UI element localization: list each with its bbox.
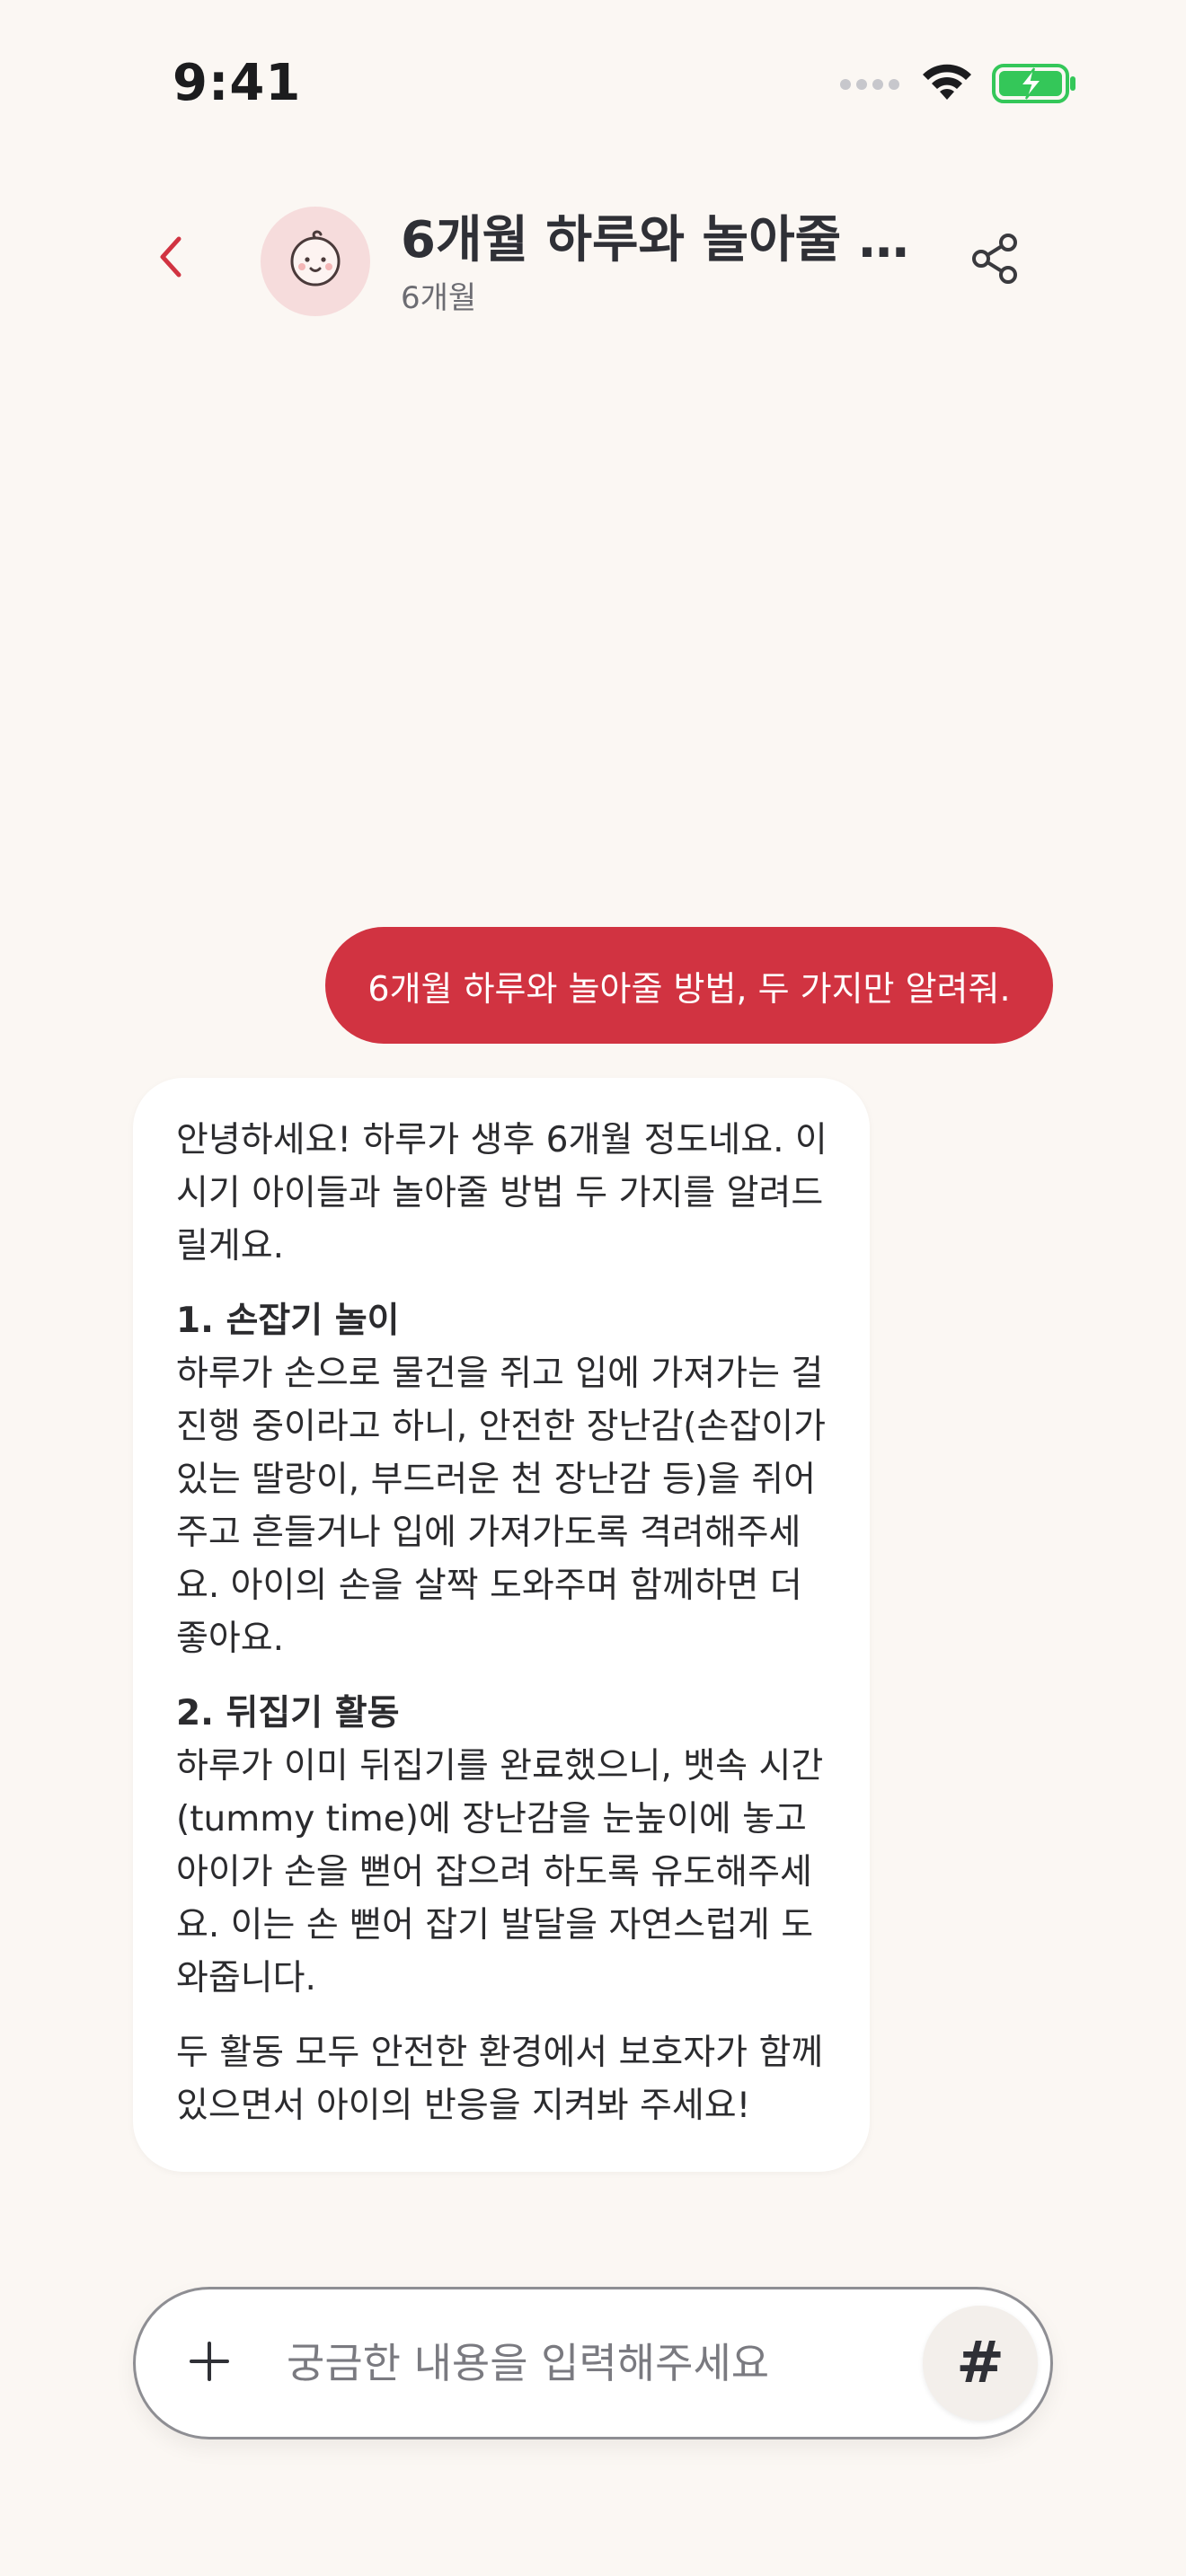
ai-section-2-body: 하루가 이미 뒤집기를 완료했으니, 뱃속 시간(tummy time)에 장난… [176,1746,824,1998]
status-bar: 9:41 [0,0,1186,171]
status-time: 9:41 [173,54,302,112]
user-message-bubble: 6개월 하루와 놀아줄 방법, 두 가지만 알려줘. [325,927,1053,1044]
message-input[interactable] [285,2322,881,2404]
signal-dots-icon [839,77,902,94]
ai-section-1-body: 하루가 손으로 물건을 쥐고 입에 가져가는 걸 진행 중이라고 하니, 안전한… [176,1354,827,1659]
avatar [261,207,370,316]
chevron-left-icon [157,235,184,282]
chat-subtitle: 6개월 [401,280,477,316]
baby-face-icon [283,227,348,296]
ai-closing-text: 두 활동 모두 안전한 환경에서 보호자가 함께 있으면서 아이의 반응을 지켜… [176,2033,824,2126]
hashtag-button[interactable]: # [923,2306,1038,2421]
chat-title: 6개월 하루와 놀아줄 … [401,211,909,269]
wifi-icon [920,64,974,107]
user-message-text: 6개월 하루와 놀아줄 방법, 두 가지만 알려줘. [367,968,1011,1009]
ai-message-bubble: 안녕하세요! 하루가 생후 6개월 정도네요. 이 시기 아이들과 놀아줄 방법… [133,1078,870,2172]
plus-icon [190,2342,229,2385]
ai-intro-text: 안녕하세요! 하루가 생후 6개월 정도네요. 이 시기 아이들과 놀아줄 방법… [176,1120,828,1266]
battery-icon [992,63,1078,108]
chat-header: 6개월 하루와 놀아줄 … 6개월 [0,180,1186,341]
status-icons [839,63,1078,108]
ai-section-1-title: 1. 손잡기 놀이 [176,1301,400,1341]
share-button[interactable] [967,232,1024,289]
back-button[interactable] [144,232,198,286]
share-icon [970,232,1021,289]
ai-section-2-title: 2. 뒤집기 활동 [176,1693,400,1734]
attach-button[interactable] [181,2334,238,2392]
message-composer: # [133,2287,1053,2439]
